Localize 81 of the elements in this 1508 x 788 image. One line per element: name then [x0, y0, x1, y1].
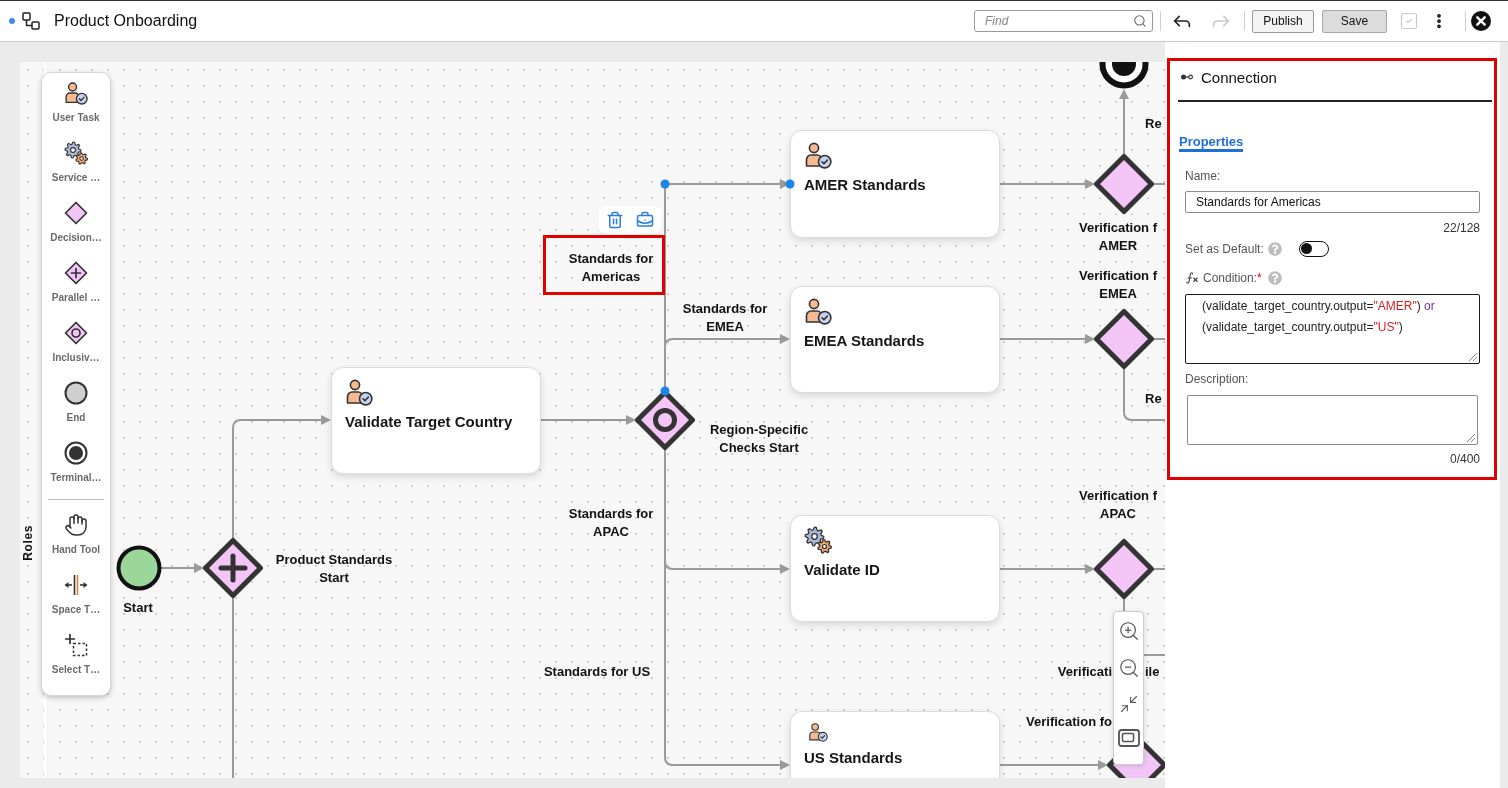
node-label: Product Standards Start [275, 551, 393, 587]
node-label: Region-Specific Checks Start [709, 421, 809, 457]
palette-item[interactable]: User Task [42, 73, 110, 133]
palette-item[interactable]: Terminal… [42, 433, 110, 493]
node-label: Verification f APAC [1079, 487, 1157, 523]
palette-item[interactable]: Select T… [42, 625, 110, 685]
gateway-diamond [202, 537, 264, 599]
connection-label: Standards for APAC [568, 505, 654, 541]
person-check-icon [804, 141, 832, 169]
task-label: Validate Target Country [345, 412, 513, 432]
lane-label: Roles [21, 525, 35, 561]
gears-icon [804, 526, 832, 554]
field-label: Description: [1185, 371, 1250, 386]
connection-label: Verificati [1057, 663, 1112, 681]
circle-icon [64, 381, 88, 405]
diagram-icon [22, 12, 40, 30]
field-label: Condition:* [1203, 270, 1262, 285]
toolbar-button[interactable]: Publish [1252, 9, 1314, 33]
panel-title: Connection [1201, 68, 1277, 86]
connection-label: Re [1145, 390, 1162, 408]
handle-dot-icon[interactable] [660, 386, 670, 396]
description-field[interactable] [1187, 394, 1478, 445]
char-counter: 22/128 [1443, 220, 1480, 235]
person-check-icon [804, 297, 832, 325]
condition-field[interactable]: (validate_target_country.output="AMER") or (validate_target_country.output="US") [1185, 293, 1480, 364]
zoom-out-icon[interactable] [1117, 657, 1140, 679]
trash-icon[interactable] [606, 211, 624, 229]
palette-item[interactable]: Decision… [42, 193, 110, 253]
gateway-diamond [1093, 308, 1155, 370]
search-icon [1133, 14, 1147, 28]
task-label: AMER Standards [804, 175, 926, 195]
diamond-plus-icon [64, 261, 88, 285]
connection-label: ile [1145, 663, 1160, 681]
palette-item[interactable]: Hand Tool [42, 505, 110, 565]
palette-item[interactable]: Inclusiv… [42, 313, 110, 373]
name-field[interactable]: Standards for Americas [1185, 190, 1480, 213]
node-label: Verification f EMEA [1079, 267, 1157, 303]
shrink-arrows-icon[interactable] [1118, 694, 1139, 714]
hand-icon [64, 513, 88, 537]
diamond-icon [64, 201, 88, 225]
diagram-title: Product Onboarding [54, 12, 198, 30]
panel-tab[interactable]: Properties [1179, 133, 1244, 152]
node-label: Verification fo [1026, 713, 1112, 731]
default-toggle[interactable] [1298, 240, 1329, 257]
connection-label: Re [1145, 115, 1162, 133]
start-circle [116, 545, 162, 591]
person-check-icon [345, 378, 373, 406]
toolbar-button[interactable]: Save [1322, 9, 1387, 33]
field-label: Set as Default: [1185, 241, 1264, 256]
char-counter: 0/400 [1449, 451, 1480, 466]
search-field[interactable]: Find [974, 10, 1153, 32]
close-icon[interactable] [1471, 11, 1491, 31]
palette-item[interactable]: Parallel … [42, 253, 110, 313]
connection-label: Standards for Americas [568, 250, 654, 286]
connection-label: Standards for EMEA [682, 300, 768, 336]
ring-dot-icon [64, 441, 88, 465]
resize-grip-icon[interactable] [1467, 350, 1477, 361]
frame-icon[interactable] [1117, 729, 1140, 747]
handle-dot-icon[interactable] [785, 179, 795, 189]
function-icon [1185, 270, 1199, 285]
node-label: Verification f AMER [1079, 219, 1157, 255]
gears-icon [64, 141, 88, 165]
split-arrows-icon [64, 573, 88, 597]
palette-item[interactable]: End [42, 373, 110, 433]
zoom-in-icon[interactable] [1117, 620, 1140, 642]
resize-grip-icon[interactable] [1465, 431, 1475, 442]
briefcase-icon[interactable] [636, 211, 654, 229]
task-label: Validate ID [804, 560, 880, 580]
person-check-icon [64, 81, 88, 105]
gateway-diamond [1093, 538, 1155, 600]
palette-item[interactable]: Service … [42, 133, 110, 193]
field-label: Name: [1185, 168, 1222, 183]
connection-icon [1181, 74, 1193, 80]
handle-dot-icon[interactable] [660, 179, 670, 189]
dashed-select-icon [64, 633, 88, 657]
task-label: US Standards [804, 748, 903, 768]
palette-item[interactable]: Space T… [42, 565, 110, 625]
gateway-diamond [1093, 153, 1155, 215]
task-label: EMEA Standards [804, 331, 925, 351]
connection-label: Standards for US [543, 663, 651, 681]
node-label: Start [123, 599, 153, 617]
